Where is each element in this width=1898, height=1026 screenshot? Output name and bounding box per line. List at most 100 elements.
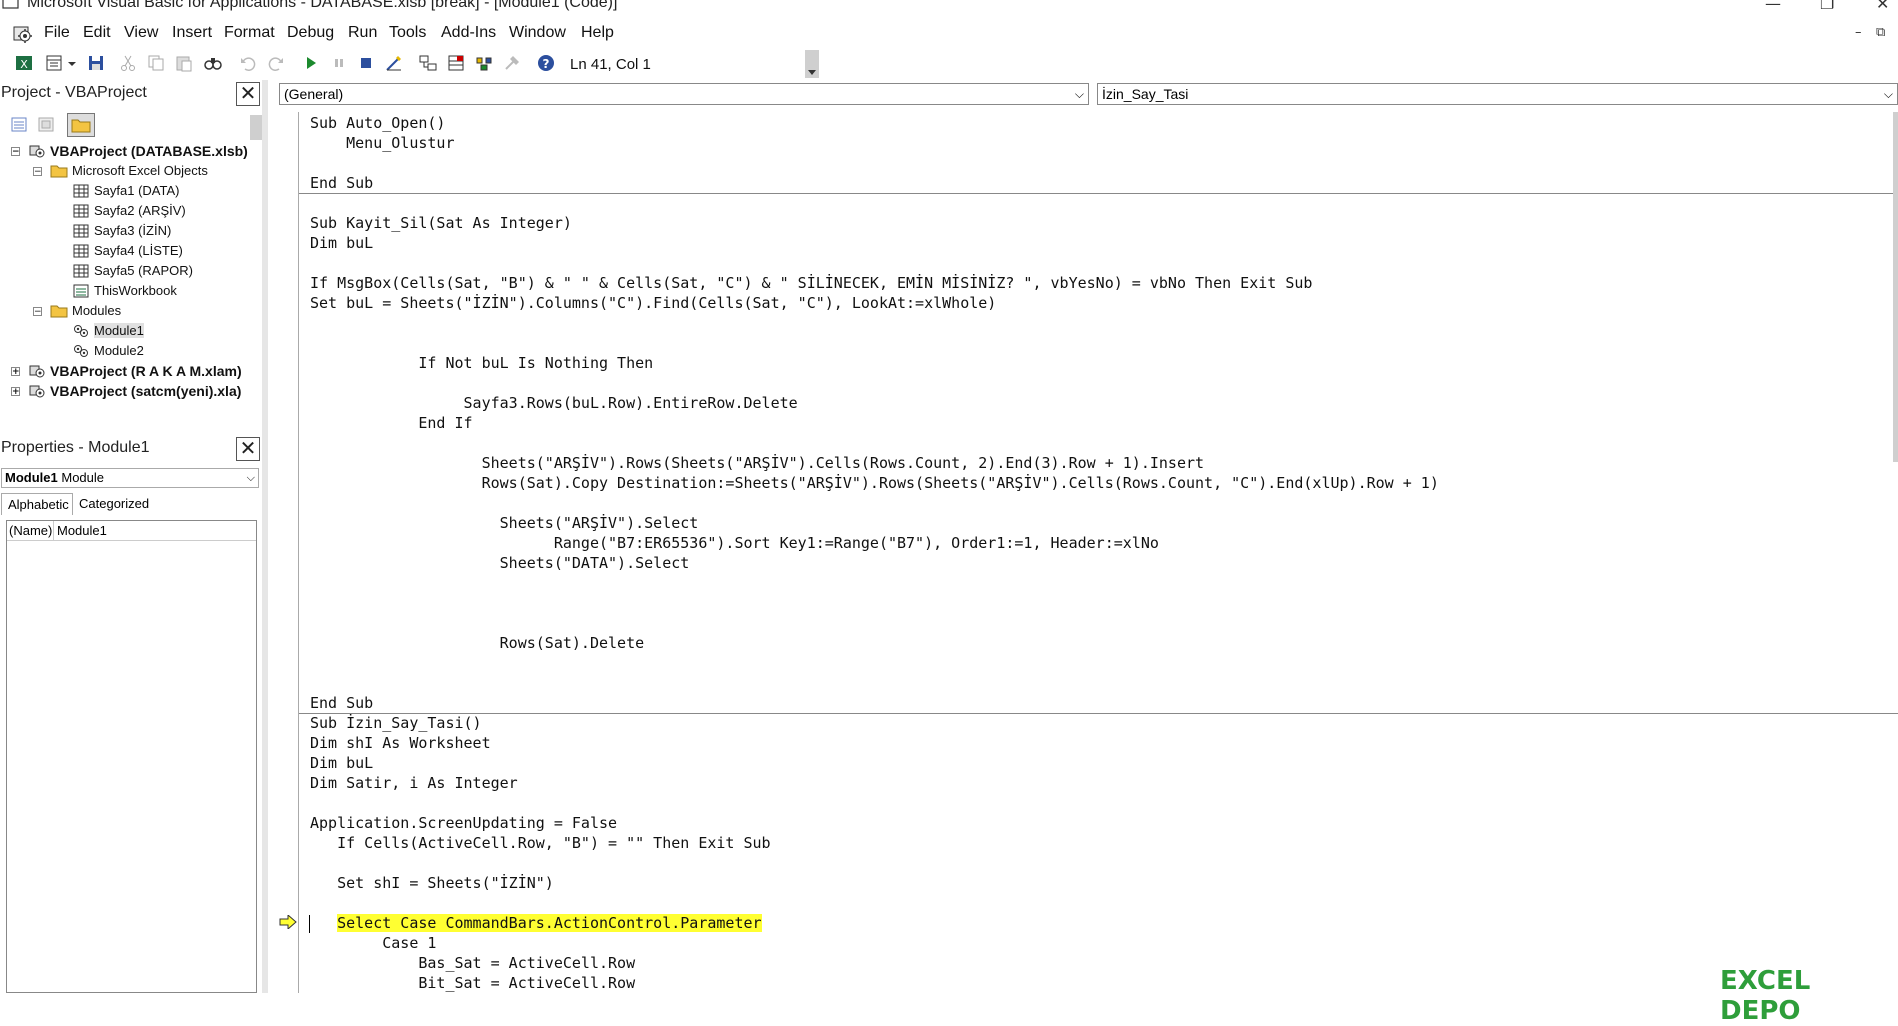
procedure-combo[interactable]: İzin_Say_Tasi ⌵	[1097, 83, 1898, 105]
pane-splitter[interactable]	[262, 80, 268, 993]
code-line[interactable]: Dim buL	[310, 754, 373, 774]
copy-icon[interactable]	[146, 53, 166, 73]
tree-item[interactable]: Sayfa2 (ARŞİV)	[2, 202, 257, 221]
code-line[interactable]: Application.ScreenUpdating = False	[310, 814, 617, 834]
project-pane-scrollbar[interactable]	[250, 115, 262, 140]
property-value[interactable]: Module1	[57, 523, 107, 538]
code-line[interactable]: Sheets("ARŞİV").Select	[310, 514, 699, 534]
tab-alphabetic[interactable]: Alphabetic	[1, 493, 73, 515]
tree-item[interactable]: Module2	[2, 342, 257, 361]
code-line[interactable]: If Not buL Is Nothing Then	[310, 354, 653, 374]
collapse-icon[interactable]: −	[33, 307, 42, 317]
menu-insert[interactable]: Insert	[172, 24, 212, 42]
mdi-restore-button[interactable]: ⧉	[1876, 25, 1885, 40]
tree-item[interactable]: − Modules	[2, 302, 257, 321]
tree-item[interactable]: − Microsoft Excel Objects	[2, 162, 257, 181]
project-pane-close-button[interactable]: ✕	[236, 82, 260, 106]
code-line[interactable]: Rows(Sat).Copy Destination:=Sheets("ARŞİ…	[310, 474, 1439, 494]
view-code-icon[interactable]	[10, 116, 30, 134]
code-line[interactable]: Menu_Olustur	[310, 134, 454, 154]
menu-format[interactable]: Format	[224, 24, 275, 42]
paste-icon[interactable]	[174, 53, 194, 73]
menu-window[interactable]: Window	[509, 24, 566, 42]
properties-object-select[interactable]: Module1 Module ⌵	[1, 468, 259, 488]
properties-window-icon[interactable]	[446, 53, 466, 73]
expand-icon[interactable]: +	[11, 387, 20, 397]
code-line[interactable]: Sub İzin_Say_Tasi()	[310, 714, 482, 734]
code-line[interactable]: Dim shI As Worksheet	[310, 734, 491, 754]
run-icon[interactable]	[301, 53, 321, 73]
mdi-minimize-button[interactable]: –	[1855, 25, 1862, 40]
object-combo[interactable]: (General) ⌵	[279, 83, 1089, 105]
find-icon[interactable]	[203, 53, 223, 73]
tree-item[interactable]: + VBAProject (R A K A M.xlam)	[2, 362, 257, 381]
code-line[interactable]: End If	[310, 414, 472, 434]
menu-debug[interactable]: Debug	[287, 24, 334, 42]
tree-item[interactable]: − VBAProject (DATABASE.xlsb)	[2, 142, 257, 161]
break-icon[interactable]	[329, 53, 349, 73]
code-line[interactable]: Sayfa3.Rows(buL.Row).EntireRow.Delete	[310, 394, 798, 414]
tree-item[interactable]: Sayfa5 (RAPOR)	[2, 262, 257, 281]
tab-categorized[interactable]: Categorized	[73, 493, 161, 515]
code-line[interactable]: If Cells(ActiveCell.Row, "B") = "" Then …	[310, 834, 771, 854]
toolbar-options-button[interactable]	[805, 50, 819, 78]
menu-run[interactable]: Run	[348, 24, 377, 42]
view-excel-icon[interactable]: X	[14, 53, 34, 73]
view-object-icon[interactable]	[37, 116, 57, 134]
redo-icon[interactable]	[266, 53, 286, 73]
project-explorer-icon[interactable]	[418, 53, 438, 73]
menu-tools[interactable]: Tools	[389, 24, 426, 42]
toolbox-icon[interactable]	[502, 53, 522, 73]
code-line[interactable]: Bit_Sat = ActiveCell.Row	[310, 974, 635, 993]
tree-item[interactable]: Sayfa1 (DATA)	[2, 182, 257, 201]
menu-edit[interactable]: Edit	[83, 24, 111, 42]
code-line[interactable]: Sub Kayit_Sil(Sat As Integer)	[310, 214, 572, 234]
save-icon[interactable]	[86, 53, 106, 73]
close-button[interactable]: ✕	[1876, 0, 1889, 13]
cut-icon[interactable]	[118, 53, 138, 73]
collapse-icon[interactable]: −	[11, 147, 20, 157]
code-line[interactable]: Set shI = Sheets("İZİN")	[310, 874, 554, 894]
code-vertical-scrollbar[interactable]	[1893, 112, 1898, 462]
code-line[interactable]: Range("B7:ER65536").Sort Key1:=Range("B7…	[310, 534, 1159, 554]
code-line[interactable]: Dim Satir, i As Integer	[310, 774, 518, 794]
menu-help[interactable]: Help	[581, 24, 614, 42]
code-line[interactable]: Rows(Sat).Delete	[310, 634, 645, 654]
menu-file[interactable]: File	[44, 24, 70, 42]
expand-icon[interactable]: +	[11, 367, 20, 377]
property-row[interactable]: (Name) Module1	[7, 521, 256, 541]
menu-addins[interactable]: Add-Ins	[441, 24, 496, 42]
menu-view[interactable]: View	[124, 24, 158, 42]
minimize-button[interactable]: —	[1765, 0, 1781, 13]
dropdown-arrow-icon[interactable]	[66, 53, 78, 73]
code-line[interactable]: Case 1	[310, 934, 436, 954]
tree-item[interactable]: + VBAProject (satcm(yeni).xla)	[2, 382, 257, 401]
code-editor[interactable]: Sub Auto_Open() Menu_Olustur End Sub Sub K…	[299, 112, 1898, 993]
code-line[interactable]: End Sub	[310, 694, 373, 714]
design-mode-icon[interactable]	[384, 53, 404, 73]
object-browser-icon[interactable]	[474, 53, 494, 73]
vba-system-menu-icon[interactable]	[12, 24, 34, 44]
tree-item[interactable]: Sayfa3 (İZİN)	[2, 222, 257, 241]
restore-button[interactable]: ❐	[1820, 0, 1834, 13]
properties-pane-close-button[interactable]: ✕	[236, 437, 260, 461]
code-line[interactable]: Dim buL	[310, 234, 373, 254]
tree-item[interactable]: Sayfa4 (LİSTE)	[2, 242, 257, 261]
code-line[interactable]: Set buL = Sheets("İZİN").Columns("C").Fi…	[310, 294, 996, 314]
code-line[interactable]: If MsgBox(Cells(Sat, "B") & " " & Cells(…	[310, 274, 1312, 294]
reset-icon[interactable]	[356, 53, 376, 73]
code-line[interactable]: Sheets("ARŞİV").Rows(Sheets("ARŞİV").Cel…	[310, 454, 1204, 474]
help-icon[interactable]: ?	[536, 53, 556, 73]
insert-module-icon[interactable]	[44, 53, 64, 73]
tree-item[interactable]: ThisWorkbook	[2, 282, 257, 301]
code-line[interactable]: Bas_Sat = ActiveCell.Row	[310, 954, 635, 974]
collapse-icon[interactable]: −	[33, 167, 42, 177]
margin-indicator-bar[interactable]	[272, 112, 299, 993]
undo-icon[interactable]	[238, 53, 258, 73]
code-line[interactable]: Select Case CommandBars.ActionControl.Pa…	[310, 914, 762, 934]
code-line[interactable]: End Sub	[310, 174, 373, 194]
toggle-folders-button[interactable]	[67, 113, 95, 137]
code-line[interactable]: Sheets("DATA").Select	[310, 554, 690, 574]
tree-item[interactable]: Module1	[2, 322, 257, 341]
code-line[interactable]: Sub Auto_Open()	[310, 114, 445, 134]
